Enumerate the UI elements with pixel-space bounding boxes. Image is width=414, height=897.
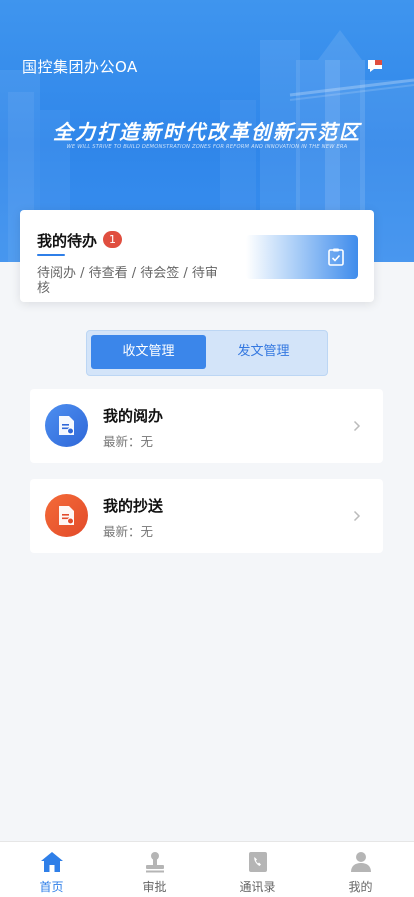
- document-type-tabs: 收文管理 发文管理: [86, 330, 328, 376]
- tab-outgoing-documents[interactable]: 发文管理: [206, 335, 321, 369]
- tabbar-item-contacts[interactable]: 通讯录: [206, 842, 309, 897]
- todo-action-button[interactable]: [246, 235, 358, 279]
- document-cc-icon: [45, 494, 88, 537]
- user-icon: [351, 852, 371, 872]
- chevron-right-icon: [353, 420, 361, 432]
- item-title: 我的抄送: [103, 497, 164, 515]
- chevron-right-icon: [353, 510, 361, 522]
- tabbar-item-mine[interactable]: 我的: [309, 842, 412, 897]
- my-todo-card[interactable]: 我的待办 1 待阅办 / 待查看 / 待会签 / 待审核: [20, 210, 374, 302]
- item-latest: 最新：无: [103, 434, 154, 449]
- todo-count-badge: 1: [103, 231, 122, 248]
- stamp-icon: [146, 852, 164, 873]
- tabbar-label: 通讯录: [239, 880, 276, 894]
- slogan-english: WE WILL STRIVE TO BUILD DEMONSTRATION ZO…: [66, 144, 348, 150]
- list-item-my-review[interactable]: 我的阅办 最新：无: [30, 389, 383, 463]
- phone-book-icon: [249, 852, 267, 872]
- tabbar-item-home[interactable]: 首页: [0, 842, 103, 897]
- document-read-icon: [45, 404, 88, 447]
- tab-incoming-documents[interactable]: 收文管理: [91, 335, 206, 369]
- tabbar-item-approval[interactable]: 审批: [103, 842, 206, 897]
- clipboard-check-icon: [328, 248, 344, 266]
- list-item-my-cc[interactable]: 我的抄送 最新：无: [30, 479, 383, 553]
- message-icon[interactable]: [366, 57, 384, 75]
- tabbar-label: 首页: [39, 880, 64, 894]
- tabbar-label: 审批: [142, 880, 167, 894]
- slogan: 全力打造新时代改革创新示范区: [53, 120, 361, 144]
- todo-title-underline: [37, 254, 65, 256]
- bottom-tab-bar: 首页 审批 通讯录 我的: [0, 841, 414, 897]
- todo-subtitle: 待阅办 / 待查看 / 待会签 / 待审核: [37, 266, 218, 296]
- home-icon: [41, 852, 63, 872]
- todo-title: 我的待办: [37, 232, 98, 250]
- app-title: 国控集团办公OA: [22, 58, 138, 76]
- tabbar-label: 我的: [348, 880, 373, 894]
- item-title: 我的阅办: [103, 407, 164, 425]
- item-latest: 最新：无: [103, 524, 154, 539]
